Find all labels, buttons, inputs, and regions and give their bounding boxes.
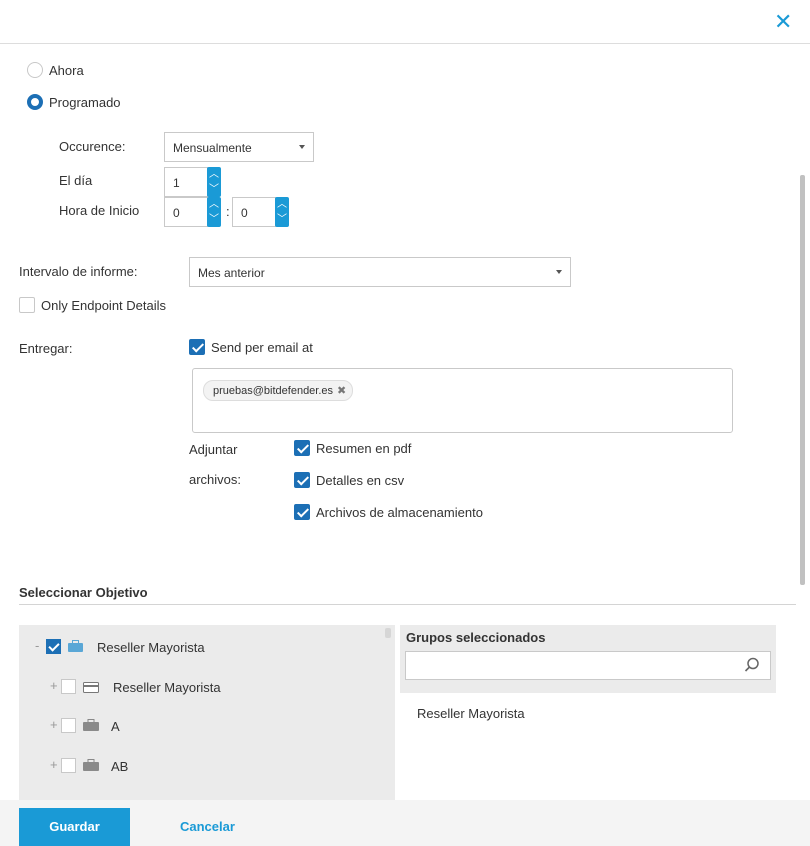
radio-now-label: Ahora bbox=[49, 63, 84, 78]
briefcase-icon bbox=[68, 640, 83, 652]
attach-archive-label: Archivos de almacenamiento bbox=[316, 505, 483, 520]
selected-groups-search[interactable] bbox=[405, 651, 771, 680]
selected-group-item[interactable]: Reseller Mayorista bbox=[417, 706, 525, 721]
email-checkbox-label: Send per email at bbox=[211, 340, 313, 355]
interval-select[interactable]: Mes anterior bbox=[189, 257, 571, 287]
time-separator: : bbox=[226, 204, 230, 219]
briefcase-icon bbox=[83, 719, 99, 731]
day-label: El día bbox=[59, 173, 93, 188]
hour-spinner[interactable]: ︿ ﹀ bbox=[207, 197, 221, 227]
expand-icon[interactable]: + bbox=[50, 678, 58, 693]
card-icon bbox=[83, 681, 99, 693]
attach-archive-checkbox[interactable] bbox=[294, 504, 310, 520]
attach-label-line1: Adjuntar bbox=[189, 442, 238, 457]
email-tag-text: pruebas@bitdefender.es bbox=[213, 385, 334, 397]
tree-node-label: Reseller Mayorista bbox=[113, 680, 221, 695]
close-icon[interactable]: ✕ bbox=[774, 11, 792, 33]
chevron-up-icon[interactable]: ︿ bbox=[275, 197, 289, 212]
caret-down-icon bbox=[299, 145, 305, 149]
remove-icon[interactable]: ✖ bbox=[337, 385, 346, 397]
attach-csv-checkbox[interactable] bbox=[294, 472, 310, 488]
interval-label: Intervalo de informe: bbox=[19, 264, 138, 279]
attach-csv-label: Detalles en csv bbox=[316, 473, 405, 488]
search-icon[interactable] bbox=[744, 657, 760, 673]
caret-down-icon bbox=[556, 270, 562, 274]
day-input[interactable]: 1 bbox=[164, 167, 208, 197]
occurrence-select[interactable]: Mensualmente bbox=[164, 132, 314, 162]
only-endpoint-label: Only Endpoint Details bbox=[41, 298, 167, 313]
scrollbar[interactable] bbox=[800, 175, 805, 585]
start-hour-input[interactable]: 0 bbox=[164, 197, 208, 227]
selected-groups-header: Grupos seleccionados bbox=[400, 625, 776, 693]
chevron-down-icon[interactable]: ﹀ bbox=[207, 182, 221, 197]
tree-node-label: A bbox=[111, 719, 120, 734]
tree-node-label: Reseller Mayorista bbox=[97, 640, 205, 655]
minute-spinner[interactable]: ︿ ﹀ bbox=[275, 197, 289, 227]
tree-node[interactable]: - Reseller Mayorista bbox=[19, 637, 379, 659]
interval-value: Mes anterior bbox=[198, 266, 265, 280]
dialog-footer: Guardar Cancelar bbox=[0, 800, 810, 846]
tree-node[interactable]: + Reseller Mayorista bbox=[19, 677, 379, 699]
email-checkbox[interactable] bbox=[189, 339, 205, 355]
day-spinner[interactable]: ︿ ﹀ bbox=[207, 167, 221, 197]
only-endpoint-checkbox[interactable] bbox=[19, 297, 35, 313]
start-minute-input[interactable]: 0 bbox=[232, 197, 276, 227]
tree-node[interactable]: + A bbox=[19, 716, 379, 738]
attach-pdf-checkbox[interactable] bbox=[294, 440, 310, 456]
save-button[interactable]: Guardar bbox=[19, 808, 130, 846]
selected-groups-title: Grupos seleccionados bbox=[406, 630, 546, 645]
deliver-label: Entregar: bbox=[19, 341, 73, 356]
tree-node-label: AB bbox=[111, 759, 129, 774]
chevron-down-icon[interactable]: ﹀ bbox=[275, 212, 289, 227]
tree-node-checkbox[interactable] bbox=[61, 758, 76, 773]
section-divider bbox=[19, 604, 796, 605]
search-input[interactable] bbox=[412, 656, 732, 676]
expand-icon[interactable]: + bbox=[50, 757, 58, 772]
occurrence-value: Mensualmente bbox=[173, 141, 252, 155]
radio-now[interactable] bbox=[27, 62, 43, 78]
chevron-down-icon[interactable]: ﹀ bbox=[207, 212, 221, 227]
tree-node-checkbox[interactable] bbox=[61, 718, 76, 733]
radio-scheduled-label: Programado bbox=[49, 95, 121, 110]
tree-node-checkbox[interactable] bbox=[46, 639, 61, 654]
chevron-up-icon[interactable]: ︿ bbox=[207, 197, 221, 212]
attach-pdf-label: Resumen en pdf bbox=[316, 441, 412, 456]
tree-scrollbar[interactable] bbox=[385, 628, 391, 638]
expand-icon[interactable]: + bbox=[50, 717, 58, 732]
cancel-button[interactable]: Cancelar bbox=[180, 819, 235, 834]
briefcase-icon bbox=[83, 759, 99, 771]
email-tag: pruebas@bitdefender.es ✖ bbox=[203, 380, 354, 401]
occurrence-label: Occurence: bbox=[59, 139, 126, 154]
start-time-label: Hora de Inicio bbox=[59, 203, 140, 218]
tree-node[interactable]: + AB bbox=[19, 756, 379, 778]
dialog-header: ✕ bbox=[0, 0, 810, 44]
email-recipients-input[interactable]: pruebas@bitdefender.es ✖ bbox=[192, 368, 733, 433]
chevron-up-icon[interactable]: ︿ bbox=[207, 167, 221, 182]
target-tree[interactable]: - Reseller Mayorista + Reseller Mayorist… bbox=[19, 625, 395, 800]
radio-scheduled[interactable] bbox=[27, 94, 43, 110]
tree-node-checkbox[interactable] bbox=[61, 679, 76, 694]
attach-label-line2: archivos: bbox=[189, 472, 242, 487]
target-section-title: Seleccionar Objetivo bbox=[19, 585, 148, 600]
collapse-icon[interactable]: - bbox=[35, 638, 39, 653]
